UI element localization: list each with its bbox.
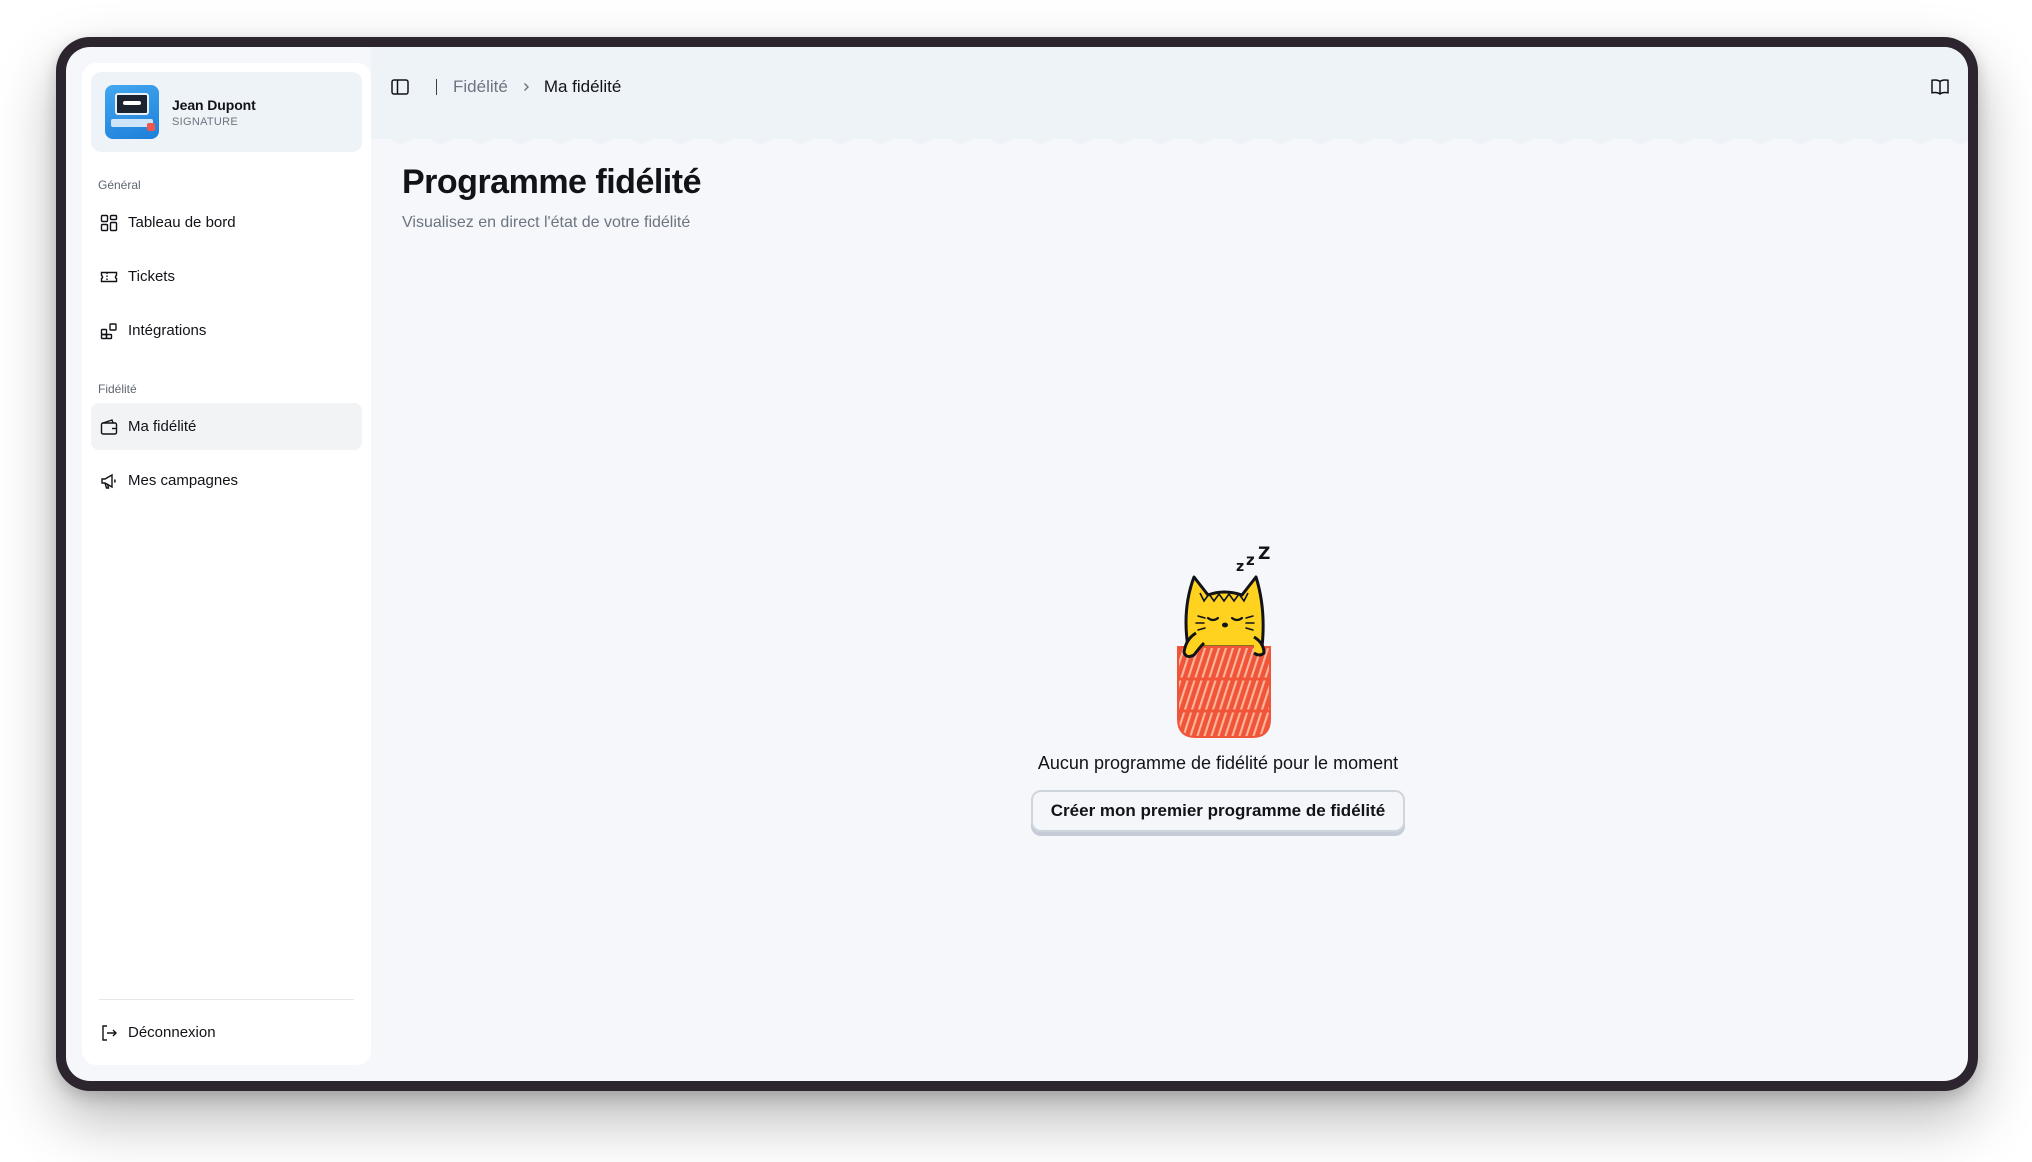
sidebar-item-dashboard[interactable]: Tableau de bord bbox=[91, 199, 362, 246]
create-program-button[interactable]: Créer mon premier programme de fidélité bbox=[1030, 790, 1406, 832]
device-frame: Jean Dupont SIGNATURE Général Tableau de… bbox=[56, 37, 1978, 1091]
page-subtitle: Visualisez en direct l'état de votre fid… bbox=[402, 214, 691, 231]
sidebar-item-label: Tickets bbox=[128, 268, 175, 285]
svg-text:Z: Z bbox=[1258, 544, 1270, 564]
sidebar-item-label: Mes campagnes bbox=[128, 472, 239, 489]
logout-label: Déconnexion bbox=[128, 1024, 216, 1041]
page-title: Programme fidélité bbox=[402, 163, 701, 201]
sidebar-item-label: Intégrations bbox=[128, 322, 207, 339]
logout-button[interactable]: Déconnexion bbox=[99, 999, 354, 1065]
profile-card[interactable]: Jean Dupont SIGNATURE bbox=[91, 72, 362, 152]
divider bbox=[436, 79, 437, 95]
svg-text:z: z bbox=[1246, 551, 1255, 569]
app-window: Jean Dupont SIGNATURE Général Tableau de… bbox=[66, 47, 1968, 1081]
integrations-icon bbox=[100, 322, 117, 339]
breadcrumb-parent[interactable]: Fidélité bbox=[453, 77, 508, 97]
profile-name: Jean Dupont bbox=[172, 96, 256, 113]
megaphone-icon bbox=[101, 473, 116, 489]
section-label-fidelite: Fidélité bbox=[98, 382, 137, 396]
profile-plan: SIGNATURE bbox=[172, 115, 239, 128]
sidebar-item-label: Ma fidélité bbox=[128, 418, 197, 435]
ticket-icon bbox=[100, 271, 118, 282]
sidebar-toggle-icon[interactable] bbox=[389, 76, 411, 98]
sidebar-item-integrations[interactable]: Intégrations bbox=[91, 307, 362, 354]
book-icon[interactable] bbox=[1928, 75, 1952, 99]
sidebar-item-label: Tableau de bord bbox=[128, 214, 236, 231]
top-bar: Fidélité Ma fidélité bbox=[371, 47, 1968, 139]
avatar bbox=[105, 85, 159, 139]
chevron-right-icon bbox=[523, 83, 529, 91]
empty-state-message: Aucun programme de fidélité pour le mome… bbox=[1037, 753, 1399, 773]
breadcrumb-current[interactable]: Ma fidélité bbox=[544, 77, 621, 97]
wallet-icon bbox=[100, 418, 118, 435]
empty-state: z z Z Aucun programme de fidélité pour l… bbox=[978, 497, 1458, 832]
sidebar-item-ma-fidelite[interactable]: Ma fidélité bbox=[91, 403, 362, 450]
svg-text:z: z bbox=[1236, 559, 1244, 575]
dashboard-icon bbox=[100, 214, 118, 231]
topbar-wave-edge bbox=[371, 129, 1968, 144]
logout-icon bbox=[102, 1024, 117, 1041]
section-label-general: Général bbox=[98, 178, 141, 192]
sidebar-item-tickets[interactable]: Tickets bbox=[91, 253, 362, 300]
sleeping-cat-illustration: z z Z bbox=[1177, 544, 1271, 738]
sidebar: Jean Dupont SIGNATURE Général Tableau de… bbox=[82, 63, 371, 1065]
sidebar-item-campagnes[interactable]: Mes campagnes bbox=[91, 457, 362, 504]
